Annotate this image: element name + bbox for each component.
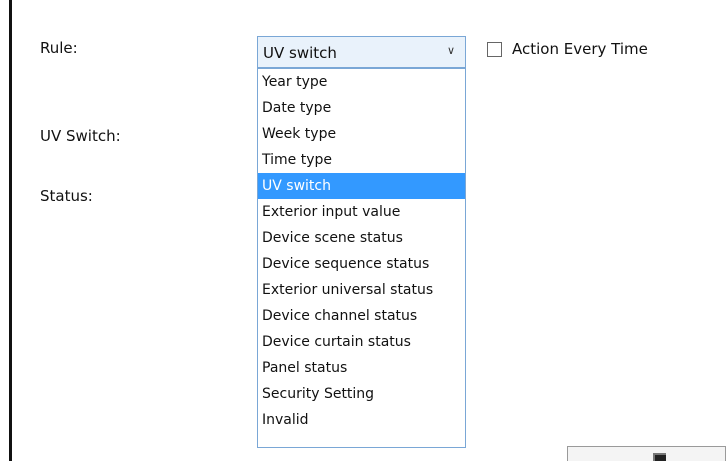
- action-every-time-checkbox-control[interactable]: Action Every Time: [487, 38, 648, 60]
- dropdown-option-device-curtain-status[interactable]: Device curtain status: [258, 329, 465, 355]
- dropdown-option-invalid[interactable]: Invalid: [258, 407, 465, 433]
- dropdown-option-exterior-universal-status[interactable]: Exterior universal status: [258, 277, 465, 303]
- window-left-border: [9, 0, 12, 461]
- status-label: Status:: [40, 187, 93, 205]
- chevron-down-icon[interactable]: ∨: [445, 44, 457, 58]
- rule-select-value: UV switch: [263, 44, 337, 62]
- dropdown-option-year-type[interactable]: Year type: [258, 69, 465, 95]
- action-every-time-label: Action Every Time: [512, 40, 648, 58]
- rule-settings-panel: Rule: UV Switch: Status: UV switch ∨ Act…: [0, 0, 726, 461]
- dropdown-option-device-scene-status[interactable]: Device scene status: [258, 225, 465, 251]
- bottom-action-button[interactable]: [567, 446, 726, 461]
- dropdown-option-time-type[interactable]: Time type: [258, 147, 465, 173]
- save-icon: [653, 453, 666, 461]
- rule-label: Rule:: [40, 39, 78, 57]
- dropdown-option-device-channel-status[interactable]: Device channel status: [258, 303, 465, 329]
- rule-select[interactable]: UV switch ∨: [257, 36, 466, 68]
- dropdown-option-panel-status[interactable]: Panel status: [258, 355, 465, 381]
- dropdown-option-security-setting[interactable]: Security Setting: [258, 381, 465, 407]
- rule-dropdown-list[interactable]: Year type Date type Week type Time type …: [257, 68, 466, 448]
- dropdown-option-uv-switch[interactable]: UV switch: [258, 173, 465, 199]
- action-every-time-checkbox[interactable]: [487, 41, 502, 57]
- dropdown-option-device-sequence-status[interactable]: Device sequence status: [258, 251, 465, 277]
- uv-switch-label: UV Switch:: [40, 127, 121, 145]
- dropdown-option-exterior-input-value[interactable]: Exterior input value: [258, 199, 465, 225]
- dropdown-option-date-type[interactable]: Date type: [258, 95, 465, 121]
- dropdown-option-week-type[interactable]: Week type: [258, 121, 465, 147]
